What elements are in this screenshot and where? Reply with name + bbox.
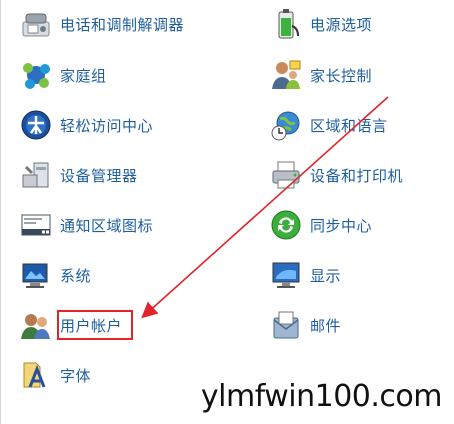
watermark-text: ylmfwin100.com <box>200 379 443 414</box>
item-power-options[interactable]: 电源选项 <box>268 4 372 44</box>
item-label: 通知区域图标 <box>60 216 154 235</box>
phone-modem-icon <box>18 6 54 42</box>
item-region-language[interactable]: 区域和语言 <box>268 105 388 145</box>
sync-icon <box>268 207 304 243</box>
item-label: 用户帐户 <box>60 316 123 335</box>
system-icon <box>18 257 54 293</box>
item-label: 系统 <box>60 266 92 285</box>
item-devices-printers[interactable]: 设备和打印机 <box>268 155 403 195</box>
item-user-accounts[interactable]: 用户帐户 <box>18 305 122 345</box>
item-label: 邮件 <box>310 316 342 335</box>
printer-icon <box>268 157 304 193</box>
fonts-icon <box>18 357 54 393</box>
homegroup-icon <box>18 57 54 93</box>
item-notification-area[interactable]: 通知区域图标 <box>18 205 153 245</box>
item-label: 家庭组 <box>60 66 107 85</box>
item-label: 显示 <box>310 266 342 285</box>
item-parental-controls[interactable]: 家长控制 <box>268 55 372 95</box>
battery-icon <box>268 6 304 42</box>
item-label: 电话和调制解调器 <box>60 15 185 34</box>
device-manager-icon <box>18 157 54 193</box>
mail-icon <box>268 307 304 343</box>
item-ease-of-access[interactable]: 轻松访问中心 <box>18 105 153 145</box>
control-panel: 电话和调制解调器 电源选项 家庭组 家长控制 轻松访问中心 区域和语言 设备管理… <box>0 0 454 424</box>
globe-clock-icon <box>268 107 304 143</box>
item-label: 设备管理器 <box>60 166 138 185</box>
item-label: 轻松访问中心 <box>60 116 154 135</box>
user-accounts-icon <box>18 307 54 343</box>
item-label: 电源选项 <box>310 15 373 34</box>
item-device-manager[interactable]: 设备管理器 <box>18 155 138 195</box>
item-system[interactable]: 系统 <box>18 255 91 295</box>
item-label: 区域和语言 <box>310 116 388 135</box>
display-icon <box>268 257 304 293</box>
item-fonts[interactable]: 字体 <box>18 355 91 395</box>
item-mail[interactable]: 邮件 <box>268 305 341 345</box>
panel-border <box>0 0 1 424</box>
item-phone-modem[interactable]: 电话和调制解调器 <box>18 4 184 44</box>
item-label: 同步中心 <box>310 216 373 235</box>
item-label: 设备和打印机 <box>310 166 404 185</box>
item-label: 家长控制 <box>310 66 373 85</box>
item-homegroup[interactable]: 家庭组 <box>18 55 107 95</box>
item-sync-center[interactable]: 同步中心 <box>268 205 372 245</box>
ease-of-access-icon <box>18 107 54 143</box>
item-display[interactable]: 显示 <box>268 255 341 295</box>
parental-controls-icon <box>268 57 304 93</box>
item-label: 字体 <box>60 366 92 385</box>
notification-area-icon <box>18 207 54 243</box>
